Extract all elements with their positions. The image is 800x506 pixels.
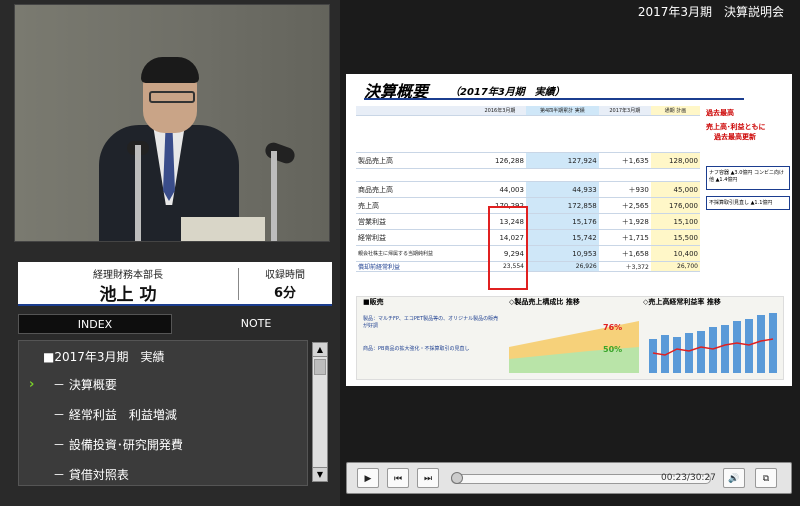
profit-ratio-bar-chart <box>649 313 777 373</box>
scroll-down-icon[interactable]: ▼ <box>313 467 327 481</box>
section-text: 商品：PB商品の拡大強化・不採算取引の見直し <box>363 346 470 352</box>
slide-subtitle: （2017年3月期 実績） <box>450 87 565 98</box>
seek-handle[interactable] <box>451 472 463 484</box>
table-row: 親会社株主に帰属する当期純利益 9,294 10,953 ＋1,658 10,4… <box>356 245 700 262</box>
slide-legend: 売上高･利益ともに <box>706 123 766 131</box>
index-item-4[interactable]: － 貸借対照表 <box>19 463 307 485</box>
play-icon[interactable]: ▶ <box>357 468 379 488</box>
fullscreen-icon[interactable]: ⧉ <box>755 468 777 488</box>
highlight-frame <box>488 206 528 290</box>
table-row: 商品売上高 44,003 44,933 ＋930 45,000 <box>356 181 700 198</box>
current-chevron-icon: › <box>29 377 35 392</box>
table-row: 売上高 170,292 172,858 ＋2,565 176,000 <box>356 197 700 214</box>
section-title: ◇売上高経常利益率 推移 <box>643 298 721 306</box>
duration-value: 6分 <box>273 286 297 301</box>
speaker-info: 経理財務本部長 池上 功 収録時間 6分 <box>18 262 332 306</box>
index-item-2[interactable]: － 経常利益 利益増減 <box>19 403 307 427</box>
percent-label: 76% <box>603 323 623 332</box>
tab-note[interactable]: NOTE <box>180 314 332 334</box>
slide-legend: 過去最高 <box>706 109 734 117</box>
index-item-label: ■2017年3月期 実績 <box>43 350 165 364</box>
index-scrollbar[interactable]: ▲ ▼ <box>312 342 328 482</box>
section-title: ■販売 <box>363 298 384 306</box>
table-row: 営業利益 13,248 15,176 ＋1,928 15,100 <box>356 213 700 230</box>
index-item-3[interactable]: － 設備投資･研究開発費 <box>19 433 307 457</box>
speaker-video[interactable] <box>14 4 330 242</box>
table-header: 2017年3月期 <box>598 106 651 116</box>
tab-index[interactable]: INDEX <box>18 314 172 334</box>
scroll-thumb[interactable] <box>314 359 326 375</box>
speaker-name: 池上 功 <box>99 285 157 305</box>
slide-legend: 過去最高更新 <box>714 133 756 141</box>
previous-icon[interactable]: ⏮ <box>387 468 409 488</box>
table-header: 第4四半期累計 実績 <box>525 106 599 116</box>
section-title: ◇製品売上構成比 推移 <box>509 298 580 306</box>
event-title: 2017年3月期 決算説明会 <box>637 5 784 19</box>
time-readout: 00:23/30:27 <box>661 473 716 483</box>
microphone-stand-left <box>135 145 141 241</box>
microphone-stand-right <box>271 151 277 241</box>
index-list: ■2017年3月期 実績 › － 決算概要 － 経常利益 利益増減 － 設備投資･… <box>18 340 308 486</box>
financial-table: 2016年3月期 第4四半期累計 実績 2017年3月期 通期 計画 製品売上高… <box>356 106 700 272</box>
slide-note: ナフ容器 ▲3.0億円 コンビニ向け他 ▲1.4億円 <box>706 166 790 190</box>
index-item-1[interactable]: › － 決算概要 <box>19 373 307 397</box>
player-controls: ▶ ⏮ ⏭ 00:23/30:27 🔊 ⧉ <box>346 462 792 494</box>
index-item-label: － 設備投資･研究開発費 <box>53 438 183 452</box>
composition-area-chart <box>509 321 639 373</box>
speaker-glasses <box>149 91 195 103</box>
table-header: 2016年3月期 <box>473 106 526 116</box>
section-text: 製品：マルチFP、エコPET製品等の、オリジナル製品の販売が好調 <box>363 316 499 329</box>
slide-note: 不採算取引見直し ▲1.1億円 <box>706 196 790 210</box>
index-item-0[interactable]: ■2017年3月期 実績 <box>19 345 307 369</box>
table-row: 製品売上高 126,288 127,924 ＋1,635 128,000 <box>356 152 700 169</box>
next-icon[interactable]: ⏭ <box>417 468 439 488</box>
slide-bottom-section: ■販売 ◇製品売上構成比 推移 ◇売上高経常利益率 推移 製品：マルチFP、エコ… <box>356 296 784 380</box>
table-header <box>356 106 474 116</box>
index-item-label: － 決算概要 <box>53 378 117 392</box>
volume-icon[interactable]: 🔊 <box>723 468 745 488</box>
index-item-label: － 経常利益 利益増減 <box>53 408 177 422</box>
speaker-hair <box>141 57 199 83</box>
percent-label: 50% <box>603 345 623 354</box>
right-panel: 2017年3月期 決算説明会 決算概要 （2017年3月期 実績） 2016年3… <box>340 0 800 506</box>
duration-label: 収録時間 <box>265 270 305 281</box>
table-row: 経常利益 14,027 15,742 ＋1,715 15,500 <box>356 229 700 246</box>
left-panel: 経理財務本部長 池上 功 収録時間 6分 INDEX NOTE ■2017年3月… <box>0 0 340 506</box>
scroll-up-icon[interactable]: ▲ <box>313 343 327 357</box>
speaker-title: 経理財務本部長 <box>93 270 163 281</box>
table-row: 償却前経常利益 23,554 26,926 ＋3,372 26,700 <box>356 261 700 272</box>
slide-title-underline <box>364 98 744 100</box>
presentation-slide: 決算概要 （2017年3月期 実績） 2016年3月期 第4四半期累計 実績 2… <box>346 74 792 386</box>
index-item-label: － 貸借対照表 <box>53 468 129 482</box>
table-header: 通期 計画 <box>650 106 700 116</box>
podium <box>181 217 265 241</box>
